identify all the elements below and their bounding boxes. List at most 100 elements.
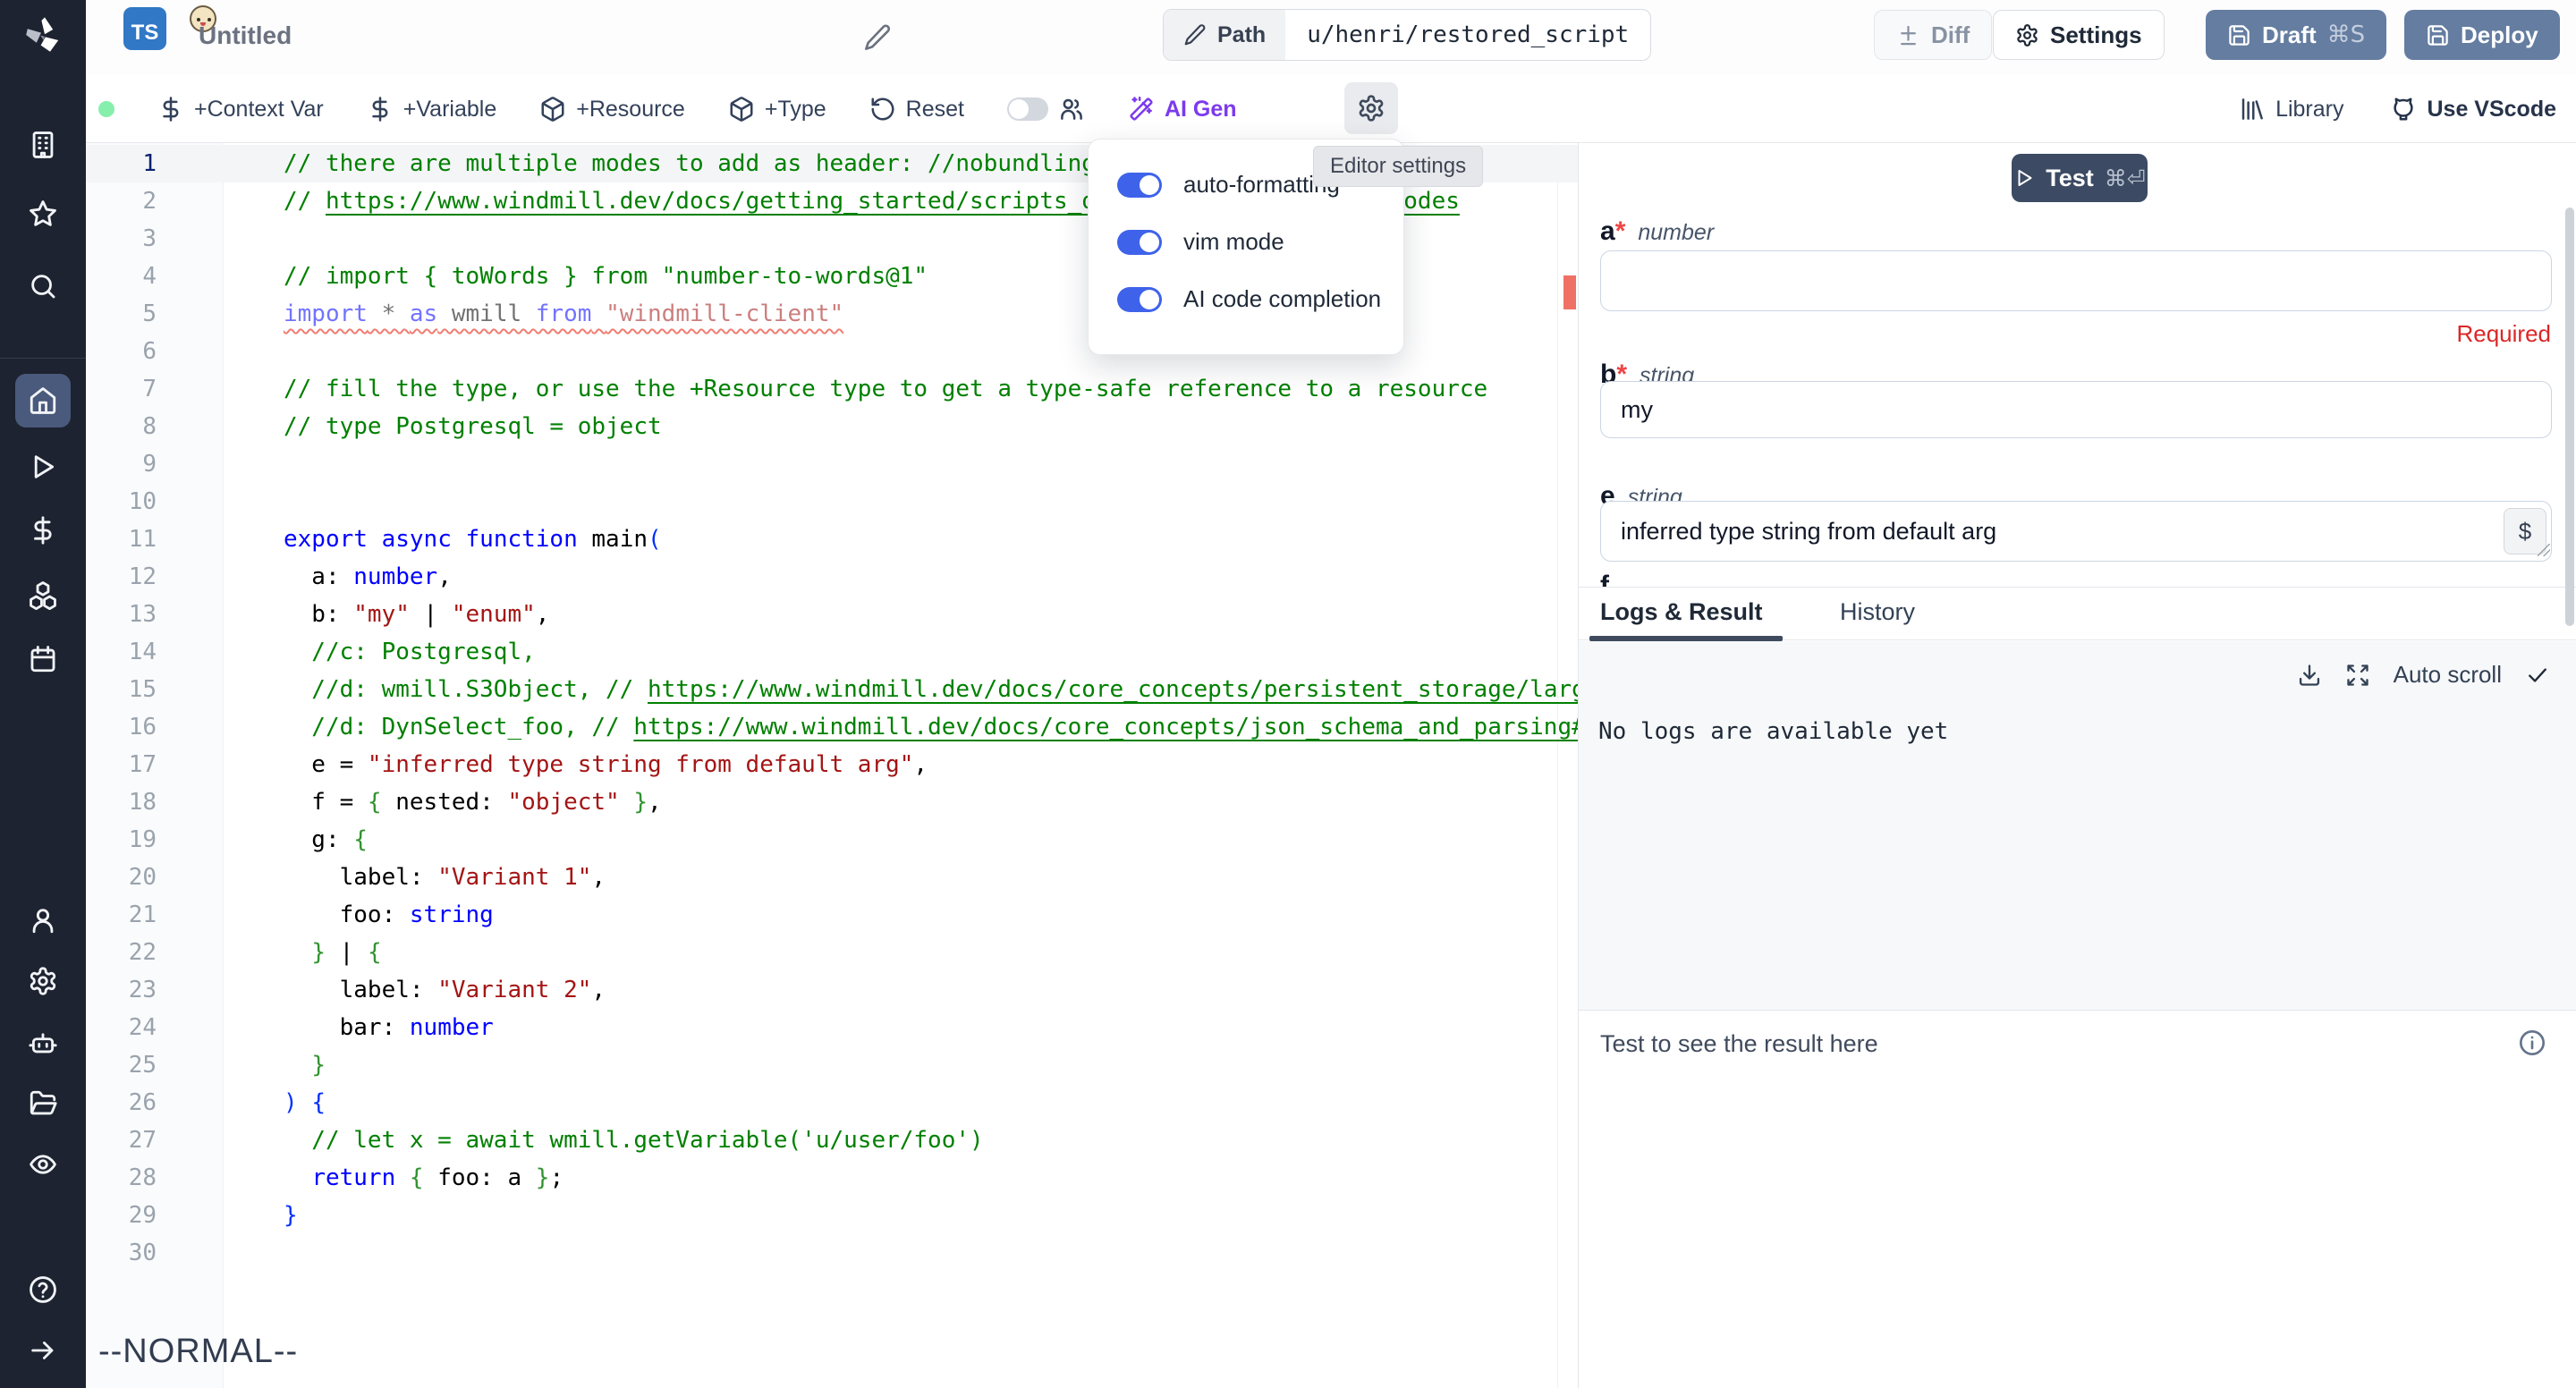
sidebar-item-schedules[interactable] (28, 644, 58, 674)
sidebar-item-folders[interactable] (28, 1088, 58, 1119)
sidebar-item-variables[interactable] (28, 515, 58, 546)
editor-settings-button[interactable] (1344, 82, 1398, 134)
code-line[interactable]: 16 //d: DynSelect_foo, // https://www.wi… (86, 708, 1578, 746)
code-line[interactable]: 29} (86, 1197, 1578, 1234)
field-a-required-message: Required (2456, 320, 2551, 348)
auto-formatting-row: auto-formatting (1117, 171, 1340, 199)
library-button[interactable]: Library (2239, 96, 2343, 123)
top-bar: TS Untitled Path u/henri/restored_script… (86, 0, 2576, 75)
sidebar-item-users[interactable] (28, 905, 58, 935)
code-line[interactable]: 17 e = "inferred type string from defaul… (86, 746, 1578, 783)
sidebar-item-runs[interactable] (28, 452, 58, 482)
path-label-segment: Path (1164, 10, 1285, 60)
expand-logs-icon[interactable] (2345, 663, 2370, 688)
code-line[interactable]: 19 g: { (86, 821, 1578, 859)
edit-summary-pencil-icon[interactable] (863, 23, 892, 52)
tab-history[interactable]: History (1840, 598, 1915, 626)
script-title[interactable]: Untitled (199, 21, 292, 50)
typescript-badge: TS (123, 7, 166, 50)
code-line[interactable]: 13 b: "my" | "enum", (86, 596, 1578, 633)
no-logs-message: No logs are available yet (1598, 718, 1948, 745)
error-overview-marker (1563, 275, 1576, 309)
collab-toggle-switch[interactable] (1007, 97, 1048, 121)
code-line[interactable]: 26) { (86, 1084, 1578, 1121)
field-b-input[interactable] (1600, 381, 2552, 438)
ai-code-completion-toggle[interactable] (1117, 287, 1162, 312)
sidebar-item-favorites[interactable] (28, 199, 58, 229)
package-icon (728, 96, 755, 123)
sidebar-item-workspace[interactable] (28, 130, 58, 160)
add-resource-button[interactable]: +Resource (539, 96, 685, 123)
diff-button[interactable]: Diff (1874, 10, 1992, 60)
code-line[interactable]: 30 (86, 1234, 1578, 1272)
dollar-icon (367, 96, 394, 123)
result-tabs: Logs & Result History (1579, 587, 2576, 640)
download-logs-icon[interactable] (2297, 663, 2322, 688)
draft-shortcut: ⌘S (2327, 21, 2366, 48)
code-line[interactable]: 12 a: number, (86, 558, 1578, 596)
code-line[interactable]: 18 f = { nested: "object" }, (86, 783, 1578, 821)
code-line[interactable]: 8// type Postgresql = object (86, 408, 1578, 445)
code-line[interactable]: 7// fill the type, or use the +Resource … (86, 370, 1578, 408)
path-value[interactable]: u/henri/restored_script (1285, 10, 1650, 60)
status-dot (98, 101, 114, 117)
sidebar-item-resources[interactable] (28, 580, 58, 610)
sidebar-item-help[interactable] (28, 1274, 58, 1305)
add-variable-button[interactable]: +Variable (367, 96, 496, 123)
dollar-icon (28, 515, 58, 546)
required-star: * (1615, 216, 1626, 246)
search-icon (28, 271, 58, 301)
sidebar-item-home[interactable] (28, 385, 58, 416)
code-line[interactable]: 28 return { foo: a }; (86, 1159, 1578, 1197)
test-button[interactable]: Test ⌘⏎ (2012, 154, 2148, 202)
panel-scrollbar-thumb[interactable] (2565, 207, 2574, 626)
code-line[interactable]: 11export async function main( (86, 520, 1578, 558)
path-editor[interactable]: Path u/henri/restored_script (1163, 9, 1651, 61)
package-icon (539, 96, 566, 123)
code-line[interactable]: 9 (86, 445, 1578, 483)
sidebar-item-workers[interactable] (28, 1028, 58, 1058)
code-line[interactable]: 24 bar: number (86, 1009, 1578, 1046)
use-vscode-button[interactable]: Use VScode (2390, 96, 2556, 123)
vim-mode-toggle[interactable] (1117, 230, 1162, 255)
sidebar-item-audit-logs[interactable] (28, 1149, 58, 1180)
add-type-button[interactable]: +Type (728, 96, 826, 123)
reset-button[interactable]: Reset (869, 96, 964, 123)
deploy-button[interactable]: Deploy (2404, 10, 2560, 60)
input-resize-handle[interactable] (2538, 544, 2550, 556)
info-icon[interactable] (2518, 1028, 2546, 1057)
collab-toggle[interactable] (1007, 96, 1085, 123)
field-e-input[interactable] (1600, 501, 2552, 562)
windmill-logo-icon[interactable] (21, 13, 64, 57)
calendar-icon (28, 644, 58, 674)
dollar-icon (157, 96, 184, 123)
ai-code-completion-row: AI code completion (1117, 285, 1381, 313)
code-line[interactable]: 15 //d: wmill.S3Object, // https://www.w… (86, 671, 1578, 708)
code-line[interactable]: 10 (86, 483, 1578, 520)
ai-gen-button[interactable]: AI Gen (1128, 96, 1237, 123)
result-area: Test to see the result here (1579, 1010, 2576, 1388)
tab-logs-result[interactable]: Logs & Result (1600, 598, 1763, 626)
vim-mode-row: vim mode (1117, 228, 1284, 256)
eye-icon (28, 1149, 58, 1180)
code-line[interactable]: 14 //c: Postgresql, (86, 633, 1578, 671)
save-icon (2426, 23, 2450, 47)
editor-settings-tooltip: Editor settings (1313, 146, 1483, 187)
sidebar-item-search[interactable] (28, 271, 58, 301)
auto-scroll-checkbox[interactable] (2525, 663, 2550, 688)
sidebar-item-settings[interactable] (28, 966, 58, 996)
wand-icon (1128, 96, 1155, 123)
save-draft-button[interactable]: Draft ⌘S (2206, 10, 2386, 60)
sidebar-collapse-button[interactable] (28, 1335, 58, 1366)
code-line[interactable]: 23 label: "Variant 2", (86, 971, 1578, 1009)
code-line[interactable]: 20 label: "Variant 1", (86, 859, 1578, 896)
settings-button[interactable]: Settings (1993, 10, 2165, 60)
code-line[interactable]: 21 foo: string (86, 896, 1578, 934)
code-line[interactable]: 27 // let x = await wmill.getVariable('u… (86, 1121, 1578, 1159)
auto-formatting-toggle[interactable] (1117, 173, 1162, 198)
field-a-input[interactable] (1600, 250, 2552, 311)
code-line[interactable]: 22 } | { (86, 934, 1578, 971)
add-context-var-button[interactable]: +Context Var (157, 96, 324, 123)
robot-icon (28, 1028, 58, 1058)
code-line[interactable]: 25 } (86, 1046, 1578, 1084)
